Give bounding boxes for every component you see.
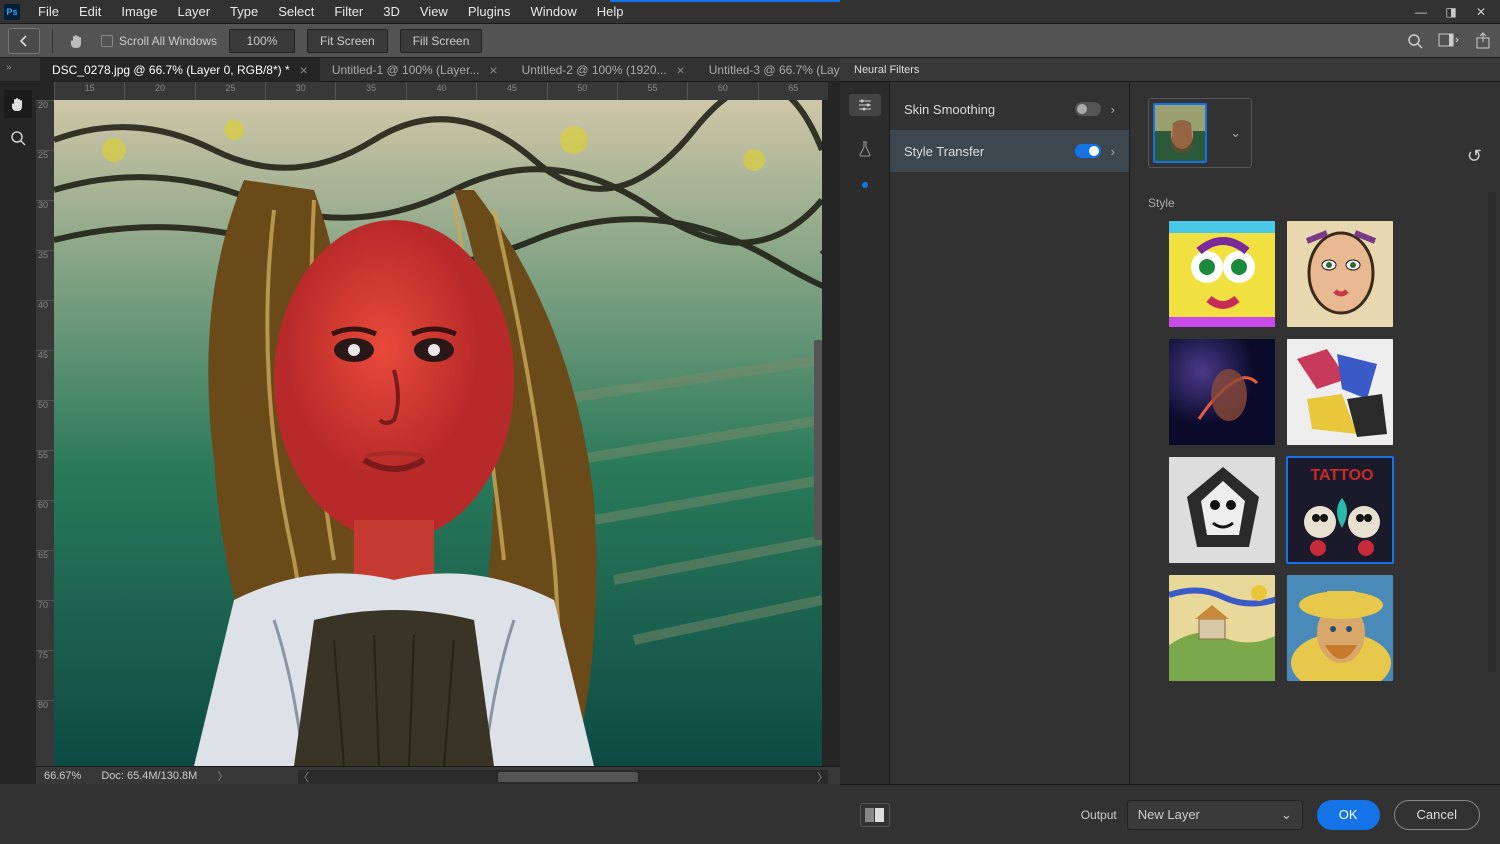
ruler-vertical: 20253035404550556065707580 [36, 100, 54, 782]
panel-title: Neural Filters [840, 58, 1500, 82]
chevron-down-icon: ⌄ [1281, 807, 1292, 823]
document-tab[interactable]: Untitled-1 @ 100% (Layer... × [320, 58, 510, 82]
accent-bar [610, 0, 840, 2]
style-thumb[interactable] [1286, 574, 1394, 682]
toggle-skin-smoothing[interactable] [1075, 102, 1101, 116]
svg-text:TATTOO: TATTOO [1310, 467, 1373, 484]
filter-label: Skin Smoothing [904, 102, 995, 117]
filter-style-transfer[interactable]: Style Transfer › [890, 130, 1129, 172]
style-thumb[interactable]: TATTOO [1286, 456, 1394, 564]
output-label: Output [1081, 808, 1117, 822]
toggle-style-transfer[interactable] [1075, 144, 1101, 158]
filter-options: ⌄ ↺ Style TATTOO [1130, 82, 1500, 784]
mask-icon[interactable] [860, 803, 890, 827]
tab-label: Untitled-3 @ 66.7% (Layer... [709, 63, 860, 77]
ok-button[interactable]: OK [1317, 800, 1380, 830]
hand-tool[interactable] [4, 90, 32, 118]
canvas-vertical-scrollbar[interactable] [814, 340, 822, 540]
workspace-switcher-icon[interactable] [1438, 32, 1460, 50]
zoom-level: 66.67% [44, 770, 81, 782]
style-thumb[interactable] [1168, 220, 1276, 328]
menu-select[interactable]: Select [268, 4, 324, 19]
menu-file[interactable]: File [28, 4, 69, 19]
reset-button[interactable]: ↺ [1467, 146, 1482, 167]
preview-thumbnail [1153, 103, 1207, 163]
chevron-left-icon [17, 34, 31, 48]
options-scrollbar[interactable] [1488, 192, 1496, 672]
menu-type[interactable]: Type [220, 4, 268, 19]
menu-window[interactable]: Window [520, 4, 586, 19]
canvas[interactable] [54, 100, 822, 766]
style-thumb[interactable] [1168, 456, 1276, 564]
options-bar: Scroll All Windows 100% Fit Screen Fill … [0, 24, 1500, 58]
style-section-label: Style [1148, 196, 1482, 210]
hand-tool-icon [65, 29, 89, 53]
menu-edit[interactable]: Edit [69, 4, 111, 19]
menu-3d[interactable]: 3D [373, 4, 410, 19]
zoom-input[interactable]: 100% [229, 29, 295, 53]
minimize-button[interactable]: ― [1406, 1, 1436, 23]
stylized-portrait [54, 100, 822, 766]
search-icon[interactable] [1406, 32, 1424, 50]
style-thumb[interactable] [1286, 338, 1394, 446]
select-value: New Layer [1138, 807, 1200, 822]
close-icon[interactable]: × [300, 62, 308, 78]
workspace: 1520253035404550556065 20253035404550556… [0, 82, 840, 784]
neural-filters-panel: Neural Filters Skin Smoothing › Style Tr… [840, 58, 1500, 784]
menu-image[interactable]: Image [111, 4, 167, 19]
document-tab[interactable]: Untitled-2 @ 100% (1920... × [510, 58, 697, 82]
indicator-dot-icon [862, 182, 868, 188]
tab-label: Untitled-1 @ 100% (Layer... [332, 63, 480, 77]
menu-help[interactable]: Help [587, 4, 634, 19]
tabs-expand-icon[interactable]: » [6, 62, 12, 73]
preview-selector[interactable]: ⌄ [1148, 98, 1252, 168]
filter-categories [840, 82, 890, 784]
chevron-down-icon: ⌄ [1230, 125, 1247, 141]
fit-screen-button[interactable]: Fit Screen [307, 29, 388, 53]
menu-plugins[interactable]: Plugins [458, 4, 521, 19]
menubar: Ps File Edit Image Layer Type Select Fil… [0, 0, 1500, 24]
menu-filter[interactable]: Filter [324, 4, 373, 19]
filter-list: Skin Smoothing › Style Transfer › [890, 82, 1130, 784]
maximize-button[interactable]: ◨ [1436, 1, 1466, 23]
zoom-tool[interactable] [4, 124, 32, 152]
chevron-right-icon: › [1111, 144, 1115, 159]
back-button[interactable] [8, 28, 40, 54]
scroll-all-checkbox[interactable]: Scroll All Windows [101, 34, 217, 48]
flask-icon[interactable] [849, 138, 881, 160]
cancel-button[interactable]: Cancel [1394, 800, 1480, 830]
style-thumb[interactable] [1168, 338, 1276, 446]
status-bar: 66.67% Doc: 65.4M/130.8M 〉 〈 〉 [36, 766, 840, 784]
style-thumb[interactable] [1286, 220, 1394, 328]
menu-view[interactable]: View [410, 4, 458, 19]
tab-label: DSC_0278.jpg @ 66.7% (Layer 0, RGB/8*) * [52, 63, 290, 77]
checkbox-icon [101, 35, 113, 47]
tab-label: Untitled-2 @ 100% (1920... [522, 63, 667, 77]
ruler-horizontal: 1520253035404550556065 [54, 82, 828, 100]
output-select[interactable]: New Layer ⌄ [1127, 800, 1303, 830]
filter-skin-smoothing[interactable]: Skin Smoothing › [890, 88, 1129, 130]
menu-layer[interactable]: Layer [168, 4, 221, 19]
canvas-horizontal-scrollbar[interactable]: 〈 〉 [298, 770, 828, 784]
window-controls: ― ◨ ✕ [1406, 1, 1496, 23]
filter-label: Style Transfer [904, 144, 984, 159]
close-icon[interactable]: × [489, 62, 497, 78]
app-logo: Ps [4, 4, 20, 20]
close-icon[interactable]: × [677, 62, 685, 78]
chevron-right-icon: › [1111, 102, 1115, 117]
style-thumb[interactable] [1168, 574, 1276, 682]
dialog-footer: Output New Layer ⌄ OK Cancel [840, 784, 1500, 844]
fill-screen-button[interactable]: Fill Screen [400, 29, 483, 53]
scroll-all-label: Scroll All Windows [119, 34, 217, 48]
share-icon[interactable] [1474, 32, 1492, 50]
style-grid: TATTOO [1148, 220, 1482, 682]
tool-column [4, 90, 32, 152]
doc-size: Doc: 65.4M/130.8M [101, 770, 197, 782]
settings-icon[interactable] [849, 94, 881, 116]
document-tab[interactable]: DSC_0278.jpg @ 66.7% (Layer 0, RGB/8*) *… [40, 58, 320, 82]
close-button[interactable]: ✕ [1466, 1, 1496, 23]
